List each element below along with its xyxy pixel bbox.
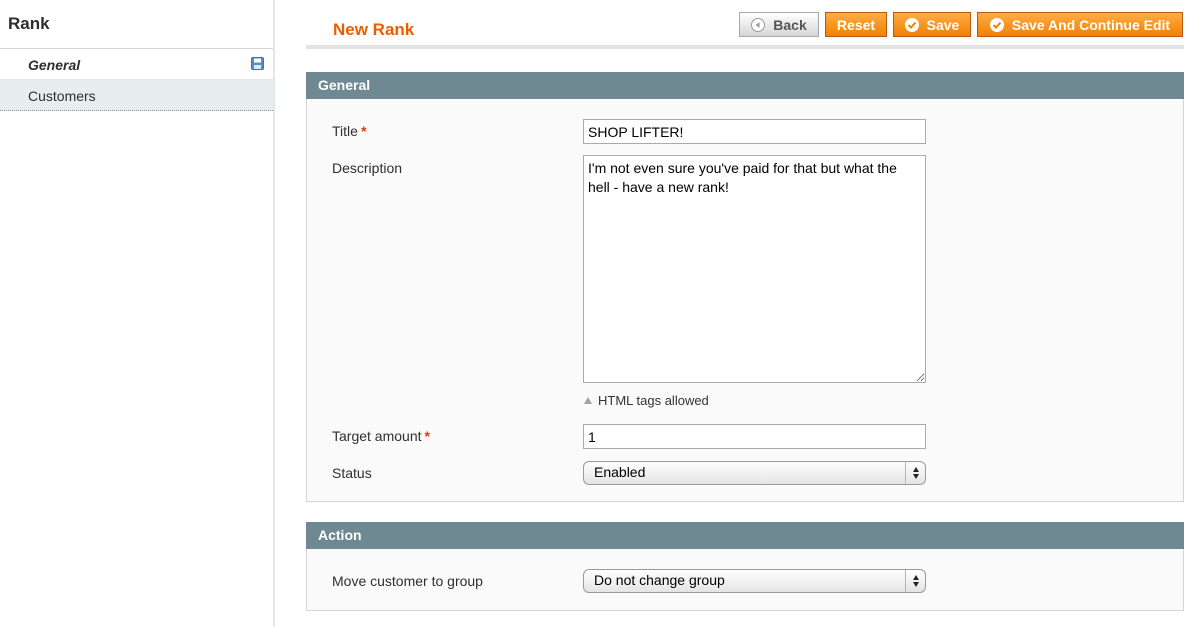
- save-button[interactable]: Save: [893, 12, 971, 37]
- group-select-value: Do not change group: [594, 572, 725, 588]
- floppy-disk-icon: [251, 57, 264, 70]
- check-icon: [989, 17, 1004, 32]
- html-tags-note-text: HTML tags allowed: [598, 393, 709, 408]
- html-tags-note: HTML tags allowed: [584, 393, 709, 408]
- reset-button-label: Reset: [836, 16, 876, 33]
- required-marker: *: [360, 123, 367, 139]
- group-select[interactable]: Do not change group: [583, 569, 926, 593]
- back-button-label: Back: [773, 16, 807, 33]
- status-label: Status: [332, 465, 372, 481]
- back-arrow-icon: [751, 17, 766, 32]
- select-arrows-icon: [905, 462, 925, 484]
- status-select[interactable]: Enabled: [583, 461, 926, 485]
- target-amount-label-text: Target amount: [332, 428, 422, 444]
- required-marker: *: [424, 428, 430, 444]
- description-label: Description: [332, 160, 403, 176]
- save-and-continue-button[interactable]: Save And Continue Edit: [977, 12, 1183, 37]
- back-button[interactable]: Back: [739, 12, 819, 37]
- target-amount-label: Target amount *: [332, 428, 430, 444]
- tab-customers[interactable]: Customers: [0, 80, 273, 111]
- action-section-title: Action: [318, 527, 362, 543]
- title-label-text: Title: [332, 123, 358, 139]
- sidebar: Rank General Customers: [0, 0, 275, 627]
- page-title: New Rank: [333, 20, 415, 39]
- tab-general-label: General: [28, 57, 81, 73]
- action-section-header: Action: [306, 522, 1184, 549]
- check-icon: [904, 17, 919, 32]
- tab-general[interactable]: General: [0, 49, 273, 80]
- title-label: Title *: [332, 123, 366, 139]
- target-amount-input[interactable]: [583, 424, 926, 449]
- status-select-value: Enabled: [594, 464, 646, 480]
- triangle-up-icon: [584, 397, 592, 404]
- save-button-label: Save: [926, 16, 960, 33]
- save-and-continue-button-label: Save And Continue Edit: [1011, 16, 1171, 33]
- general-section-title: General: [318, 77, 371, 93]
- tab-customers-label: Customers: [28, 88, 96, 104]
- sidebar-title: Rank: [8, 14, 50, 33]
- select-arrows-icon: [905, 570, 925, 592]
- group-label: Move customer to group: [332, 573, 483, 589]
- reset-button[interactable]: Reset: [825, 12, 887, 37]
- app-root: Rank General Customers New Rank Back Res…: [0, 0, 1200, 627]
- title-input[interactable]: [583, 119, 926, 144]
- header-divider: [306, 45, 1184, 49]
- general-section-header: General: [306, 72, 1184, 99]
- description-textarea[interactable]: I'm not even sure you've paid for that b…: [583, 155, 926, 383]
